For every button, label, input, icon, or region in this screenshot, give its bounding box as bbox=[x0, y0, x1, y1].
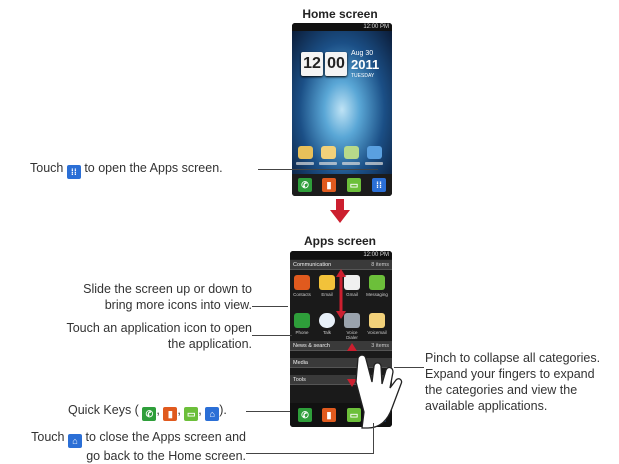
caption-touch-icon: Touch an application icon to open the ap… bbox=[30, 320, 252, 352]
down-arrow-icon bbox=[330, 199, 350, 223]
leader-line bbox=[246, 453, 374, 454]
hand-gesture-icon bbox=[355, 354, 403, 429]
caption-slide: Slide the screen up or down to bring mor… bbox=[30, 281, 252, 313]
caption-open-apps: Touch ⁞⁞ to open the Apps screen. bbox=[30, 160, 223, 179]
home-screen-title: Home screen bbox=[302, 7, 378, 21]
caption-line: the application. bbox=[167, 337, 252, 351]
caption-text: Touch bbox=[30, 161, 64, 175]
date-weekday: TUESDAY bbox=[351, 73, 375, 79]
category-name: News & search bbox=[293, 343, 330, 349]
home-shortcut-icon[interactable] bbox=[321, 146, 336, 159]
app-label: Voice Dialer bbox=[346, 330, 358, 340]
home-shortcut-icon[interactable] bbox=[367, 146, 382, 159]
caption-pinch: Pinch to collapse all categories. Expand… bbox=[425, 350, 617, 414]
caption-line: Slide the screen up or down to bbox=[83, 282, 252, 296]
phone-key-icon[interactable]: ✆ bbox=[298, 178, 312, 192]
contacts-key-icon: ▮ bbox=[163, 407, 178, 421]
shortcut-label bbox=[342, 162, 360, 165]
apps-key-icon[interactable]: ⁞⁞ bbox=[372, 178, 386, 192]
date-widget: Aug 30 2011 TUESDAY bbox=[351, 50, 379, 80]
caption-line: Pinch to collapse all categories. bbox=[425, 351, 601, 365]
caption-line: Touch ⌂ to close the Apps screen and bbox=[0, 429, 246, 448]
leader-line bbox=[252, 306, 288, 307]
category-name: Communication bbox=[293, 262, 332, 268]
leader-line bbox=[258, 169, 378, 170]
leader-line bbox=[394, 367, 424, 368]
category-news-search[interactable]: News & search 3 items bbox=[290, 341, 392, 351]
caption-text: to open the Apps screen. bbox=[84, 161, 223, 175]
home-shortcut-icon[interactable] bbox=[344, 146, 359, 159]
apps-key-icon: ⁞⁞ bbox=[66, 165, 81, 179]
home-shortcut-icon[interactable] bbox=[298, 146, 313, 159]
contacts-key-icon[interactable]: ▮ bbox=[322, 408, 336, 422]
caption-separator: , bbox=[177, 403, 181, 417]
caption-line: Expand your fingers to expand bbox=[425, 367, 595, 381]
caption-line: bring more icons into view. bbox=[104, 298, 252, 312]
voicemail-app-icon[interactable] bbox=[369, 313, 385, 328]
caption-quick-keys: Quick Keys ( ✆, ▮, ▭, ⌂). bbox=[68, 402, 227, 421]
phone-key-icon: ✆ bbox=[142, 407, 157, 421]
caption-touch-home: Touch ⌂ to close the Apps screen and go … bbox=[0, 429, 246, 464]
clock-hour: 12 bbox=[301, 52, 323, 76]
gmail-app-icon[interactable] bbox=[344, 275, 360, 290]
shortcut-label bbox=[365, 162, 383, 165]
voice-dialer-app-icon[interactable] bbox=[344, 313, 360, 328]
category-name: Media bbox=[293, 360, 308, 366]
app-label: Contacts bbox=[293, 292, 311, 297]
caption-text: Touch bbox=[31, 430, 65, 444]
shortcut-label bbox=[319, 162, 337, 165]
leader-line bbox=[252, 335, 292, 336]
app-label: Email bbox=[321, 292, 333, 297]
status-bar: 12:00 PM bbox=[292, 23, 392, 31]
home-key-icon: ⌂ bbox=[67, 434, 82, 448]
phone-key-icon[interactable]: ✆ bbox=[298, 408, 312, 422]
caption-text: to close the Apps screen and bbox=[85, 430, 246, 444]
caption-separator: ). bbox=[219, 403, 227, 417]
app-label: Phone bbox=[295, 330, 309, 335]
messaging-key-icon: ▭ bbox=[184, 407, 199, 421]
app-label: Talk bbox=[322, 330, 331, 335]
category-name: Tools bbox=[293, 377, 306, 383]
caption-line: available applications. bbox=[425, 399, 548, 413]
contacts-key-icon[interactable]: ▮ bbox=[322, 178, 336, 192]
scroll-arrow-icon bbox=[336, 269, 346, 319]
leader-line bbox=[373, 423, 374, 454]
category-count: 3 items bbox=[371, 343, 389, 349]
caption-separator: , bbox=[198, 403, 202, 417]
wallpaper: 12 00 Aug 30 2011 TUESDAY bbox=[292, 31, 392, 174]
caption-line: the categories and view the bbox=[425, 383, 578, 397]
contacts-app-icon[interactable] bbox=[294, 275, 310, 290]
home-key-icon: ⌂ bbox=[205, 407, 220, 421]
leader-line bbox=[246, 411, 290, 412]
phone-app-icon[interactable] bbox=[294, 313, 310, 328]
caption-line: go back to the Home screen. bbox=[86, 449, 246, 463]
date-year: 2011 bbox=[351, 57, 380, 72]
quick-keys-dock: ✆ ▮ ▭ ⁞⁞ bbox=[292, 174, 392, 196]
clock-minute: 00 bbox=[325, 52, 347, 76]
status-bar: 12:00 PM bbox=[290, 251, 392, 259]
app-label: Voicemail bbox=[367, 330, 387, 335]
caption-separator: , bbox=[156, 403, 160, 417]
app-label: Messaging bbox=[366, 292, 388, 297]
category-count: 8 items bbox=[371, 262, 389, 268]
home-screen-phone: 12:00 PM 12 00 Aug 30 2011 TUESDAY ✆ ▮ ▭… bbox=[292, 23, 392, 196]
messaging-app-icon[interactable] bbox=[369, 275, 385, 290]
caption-line: Touch an application icon to open bbox=[66, 321, 252, 335]
shortcut-label bbox=[296, 162, 314, 165]
caption-text: Quick Keys ( bbox=[68, 403, 139, 417]
messaging-key-icon[interactable]: ▭ bbox=[347, 178, 361, 192]
talk-app-icon[interactable] bbox=[319, 313, 335, 328]
email-app-icon[interactable] bbox=[319, 275, 335, 290]
apps-screen-title: Apps screen bbox=[303, 234, 377, 248]
